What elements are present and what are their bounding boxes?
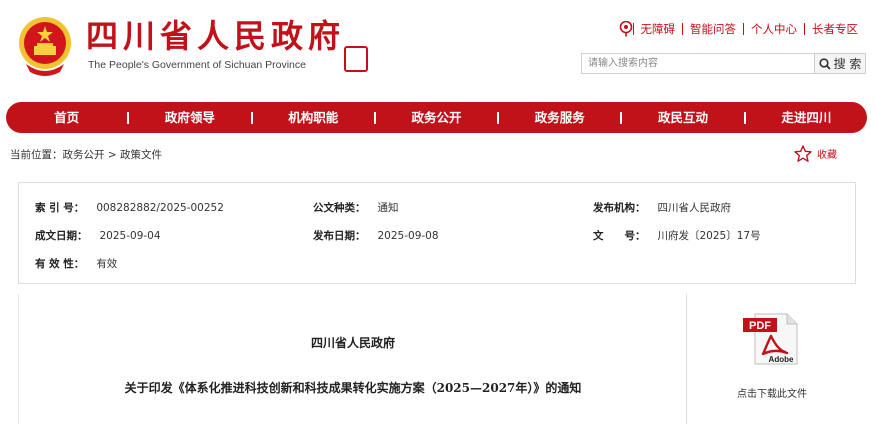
breadcrumb[interactable]: 当前位置：政务公开 > 政策文件 [10,148,162,162]
star-icon [794,145,812,162]
meta-type-value: 通知 [377,202,399,214]
link-personal-center[interactable]: 个人中心 [743,23,804,35]
site-subtitle: The People's Government of Sichuan Provi… [88,59,306,71]
favorite-button[interactable]: 收藏 [794,145,837,162]
meta-docno-value: 川府发〔2025〕17号 [657,230,761,242]
meta-date-value: 2025-09-04 [99,230,161,242]
main-nav: 首页 政府领导 机构职能 政务公开 政务服务 政民互动 走进四川 [6,102,867,133]
nav-functions[interactable]: 机构职能 [253,102,374,133]
meta-docno-label: 文 号： [593,230,646,242]
link-smart-qa[interactable]: 智能问答 [682,23,743,35]
nav-services[interactable]: 政务服务 [499,102,620,133]
meta-date-label: 成文日期： [35,230,88,242]
search-icon [818,57,831,70]
meta-row: 索 引 号： 008282882/2025-00252 公文种类： 通知 发布机构：… [19,200,855,216]
nav-about-sichuan[interactable]: 走进四川 [746,102,867,133]
meta-pubdate-value: 2025-09-08 [377,230,439,242]
top-links: 无障碍 智能问答 个人中心 长者专区 [619,20,866,38]
meta-org-label: 发布机构： [593,202,646,214]
meta-validity: 有 效 性： 有效 [35,256,117,272]
meta-validity-label: 有 效 性： [35,258,85,270]
favorite-label: 收藏 [817,150,837,161]
seal-logo [344,46,368,72]
search-button[interactable]: 搜 索 [815,53,866,74]
meta-pubdate-label: 发布日期： [313,230,366,242]
meta-docno: 文 号： 川府发〔2025〕17号 [593,228,761,244]
document-title: 关于印发《体系化推进科技创新和科技成果转化实施方案（2025—2027年）》的通… [124,381,582,395]
site-title[interactable]: 四川省人民政府 [86,18,345,54]
link-accessibility[interactable]: 无障碍 [632,23,683,35]
nav-open-gov[interactable]: 政务公开 [376,102,497,133]
meta-index-value: 008282882/2025-00252 [96,202,224,214]
nav-home[interactable]: 首页 [6,102,127,133]
pdf-file-icon[interactable]: PDF Adobe [741,310,803,366]
search-button-label: 搜 索 [833,57,862,71]
meta-index: 索 引 号： 008282882/2025-00252 [35,200,224,216]
download-link[interactable]: 点击下载此文件 [687,385,857,400]
document-issuer: 四川省人民政府 [310,336,395,350]
pdf-label: PDF [749,320,771,332]
download-panel: PDF Adobe 点击下载此文件 [686,294,856,424]
meta-date: 成文日期： 2025-09-04 [35,228,161,244]
nav-leaders[interactable]: 政府领导 [129,102,250,133]
search-input[interactable]: 请输入搜索内容 [581,53,815,74]
meta-pubdate: 发布日期： 2025-09-08 [313,228,439,244]
nav-interaction[interactable]: 政民互动 [622,102,743,133]
meta-validity-value: 有效 [96,258,118,270]
link-elderly-zone[interactable]: 长者专区 [804,23,865,35]
document-meta-box: 索 引 号： 008282882/2025-00252 公文种类： 通知 发布机构：… [18,182,856,284]
site-header: 四川省人民政府 The People's Government of Sichu… [0,0,875,100]
national-emblem-icon[interactable] [18,16,72,78]
meta-type-label: 公文种类： [313,202,366,214]
document-content: 四川省人民政府 关于印发《体系化推进科技创新和科技成果转化实施方案（2025—2… [18,294,686,424]
location-pin-icon[interactable] [619,21,633,37]
meta-row: 有 效 性： 有效 [19,256,855,272]
adobe-label: Adobe [769,355,794,364]
meta-index-label: 索 引 号： [35,202,85,214]
meta-org: 发布机构： 四川省人民政府 [593,200,731,216]
meta-row: 成文日期： 2025-09-04 发布日期： 2025-09-08 文 号： 川府发〔… [19,228,855,244]
meta-org-value: 四川省人民政府 [657,202,732,214]
meta-type: 公文种类： 通知 [313,200,399,216]
